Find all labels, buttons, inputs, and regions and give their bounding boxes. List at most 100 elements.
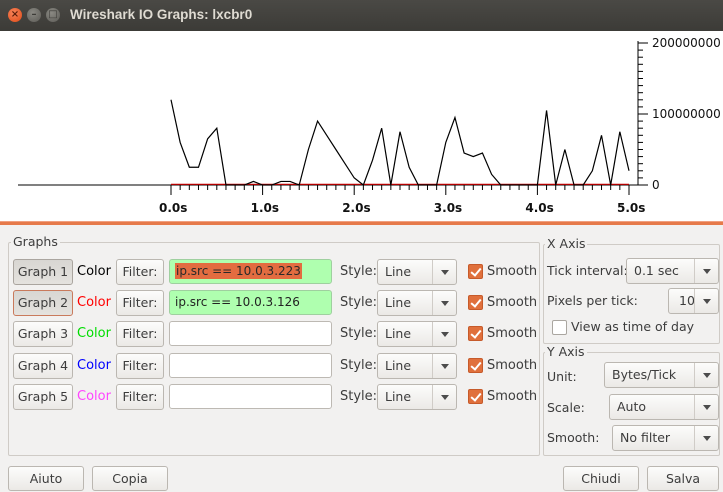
graph-4-style-value: Line	[385, 358, 412, 373]
help-button[interactable]: Aiuto	[8, 466, 84, 491]
pixels-per-tick-label: Pixels per tick:	[547, 293, 638, 308]
chevron-down-icon	[694, 426, 718, 450]
graph-3-style-value: Line	[385, 326, 412, 341]
y-tick-label: 100000000	[652, 107, 721, 121]
scale-label: Scale:	[547, 400, 585, 415]
graph-2-smooth-checkbox[interactable]	[468, 295, 483, 310]
pixels-per-tick-value: 10	[679, 293, 695, 308]
graph-4-toggle-button[interactable]: Graph 4	[13, 353, 73, 379]
y-tick-label: 0	[652, 178, 660, 192]
graph-5-color-label[interactable]: Color	[77, 384, 111, 410]
graph-2-toggle-button[interactable]: Graph 2	[13, 290, 73, 316]
tick-interval-select[interactable]: 0.1 sec	[626, 258, 719, 284]
x-tick-label: 4.0s	[525, 201, 553, 215]
graph-1-filter-button[interactable]: Filter:	[116, 259, 164, 285]
graph-5-filter-input[interactable]	[169, 384, 332, 409]
window-maximize-button[interactable]: □	[46, 8, 60, 22]
graph-3-color-label[interactable]: Color	[77, 321, 111, 347]
graph-4-style-label: Style:	[340, 358, 378, 373]
graph-1-filter-text: ip.src == 10.0.3.223	[175, 263, 302, 279]
unit-value: Bytes/Tick	[612, 367, 677, 382]
graph-2-color-label[interactable]: Color	[77, 290, 111, 316]
graph-3-smooth-checkbox[interactable]	[468, 326, 483, 341]
view-time-of-day-label: View as time of day	[571, 319, 695, 334]
x-axis-frame-label: X Axis	[545, 236, 588, 251]
chevron-down-icon	[432, 260, 456, 284]
graph-5-style-select[interactable]: Line	[377, 384, 457, 410]
graph-1-style-value: Line	[385, 264, 412, 279]
y-axis-frame-label: Y Axis	[545, 344, 587, 359]
graph-1-toggle-button[interactable]: Graph 1	[13, 259, 73, 285]
graph-4-filter-button[interactable]: Filter:	[116, 353, 164, 379]
graph-3-filter-button[interactable]: Filter:	[116, 321, 164, 347]
graph-2-style-select[interactable]: Line	[377, 290, 457, 316]
graph-5-smooth-label: Smooth	[487, 389, 538, 404]
view-time-of-day-checkbox[interactable]	[552, 320, 567, 335]
chevron-down-icon	[432, 322, 456, 346]
copy-button[interactable]: Copia	[92, 466, 168, 491]
graph-1-smooth-checkbox[interactable]	[468, 264, 483, 279]
save-button[interactable]: Salva	[647, 466, 719, 491]
x-tick-label: 2.0s	[342, 201, 370, 215]
graph-4-smooth-label: Smooth	[487, 358, 538, 373]
io-graph-plot[interactable]: 0 100000000 200000000 0.0s 1.0s 2.0s 3.0s 4.0s 5…	[0, 31, 723, 221]
graph-3-smooth-label: Smooth	[487, 326, 538, 341]
tick-interval-value: 0.1 sec	[634, 263, 679, 278]
chevron-down-icon	[694, 363, 718, 387]
window-title: Wireshark IO Graphs: lxcbr0	[70, 7, 253, 22]
graph-1-style-label: Style:	[340, 264, 378, 279]
scale-select[interactable]: Auto	[609, 394, 719, 420]
graphs-frame-label: Graphs	[11, 234, 60, 249]
maximize-icon: □	[48, 9, 58, 20]
chevron-down-icon	[694, 259, 718, 283]
chevron-down-icon	[432, 291, 456, 315]
graph-3-style-select[interactable]: Line	[377, 321, 457, 347]
graph-2-style-label: Style:	[340, 295, 378, 310]
graph-5-toggle-button[interactable]: Graph 5	[13, 384, 73, 410]
x-tick-label: 0.0s	[159, 201, 187, 215]
io-graph-svg: 0 100000000 200000000 0.0s 1.0s 2.0s 3.0s 4.0s 5…	[18, 36, 721, 215]
pixels-per-tick-select[interactable]: 10	[668, 288, 719, 314]
graph-1-style-select[interactable]: Line	[377, 259, 457, 285]
graph-3-filter-input[interactable]	[169, 321, 332, 346]
minimize-icon: –	[31, 9, 37, 20]
pane-separator[interactable]	[0, 221, 723, 225]
graph-1-smooth-label: Smooth	[487, 264, 538, 279]
y-smooth-select[interactable]: No filter	[612, 425, 719, 451]
y-smooth-value: No filter	[620, 430, 671, 445]
graph-1-color-label[interactable]: Color	[77, 259, 111, 285]
window-close-button[interactable]: ×	[8, 8, 22, 22]
close-icon: ×	[10, 9, 20, 20]
graph-1-filter-input[interactable]: ip.src == 10.0.3.223	[169, 259, 332, 284]
graph-2-filter-text: ip.src == 10.0.3.126	[175, 295, 300, 309]
tick-interval-label: Tick interval:	[547, 263, 628, 278]
graph-2-smooth-label: Smooth	[487, 295, 538, 310]
chevron-down-icon	[432, 354, 456, 378]
x-tick-label: 1.0s	[251, 201, 279, 215]
chevron-down-icon	[694, 289, 718, 313]
window-minimize-button[interactable]: –	[27, 8, 41, 22]
graph-3-style-label: Style:	[340, 326, 378, 341]
graph-3-toggle-button[interactable]: Graph 3	[13, 321, 73, 347]
chevron-down-icon	[432, 385, 456, 409]
graph-5-filter-button[interactable]: Filter:	[116, 384, 164, 410]
graph-5-style-value: Line	[385, 389, 412, 404]
graph-2-filter-button[interactable]: Filter:	[116, 290, 164, 316]
x-tick-label: 5.0s	[617, 201, 645, 215]
graph-2-filter-input[interactable]: ip.src == 10.0.3.126	[169, 290, 332, 315]
graph-5-style-label: Style:	[340, 389, 378, 404]
y-tick-label: 200000000	[652, 36, 721, 50]
unit-select[interactable]: Bytes/Tick	[604, 362, 719, 388]
unit-label: Unit:	[547, 369, 577, 384]
graph-4-color-label[interactable]: Color	[77, 353, 111, 379]
graph-4-smooth-checkbox[interactable]	[468, 358, 483, 373]
graph-5-smooth-checkbox[interactable]	[468, 389, 483, 404]
title-bar: × – □ Wireshark IO Graphs: lxcbr0	[0, 0, 723, 31]
series-line-1	[170, 99, 630, 186]
close-button[interactable]: Chiudi	[563, 466, 639, 491]
x-tick-label: 3.0s	[434, 201, 462, 215]
graph-4-style-select[interactable]: Line	[377, 353, 457, 379]
chevron-down-icon	[694, 395, 718, 419]
graph-4-filter-input[interactable]	[169, 353, 332, 378]
scale-value: Auto	[617, 399, 647, 414]
